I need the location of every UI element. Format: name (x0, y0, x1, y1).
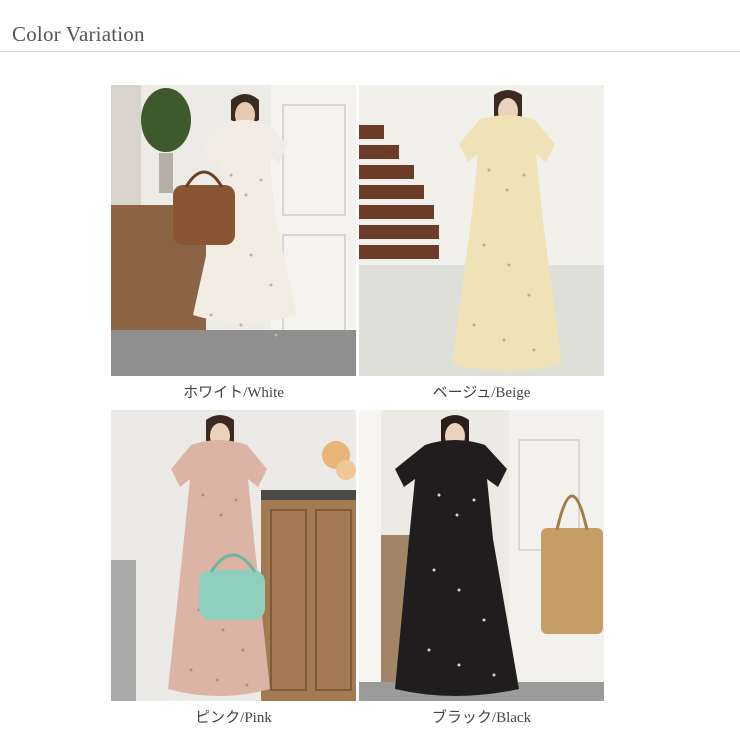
dress (168, 440, 270, 696)
variant-photo-black[interactable] (359, 410, 604, 701)
header-divider (0, 51, 740, 52)
variant-label-pink: ピンク/Pink (195, 710, 272, 726)
section-title: Color Variation (12, 22, 145, 46)
variant-label-black: ブラック/Black (431, 710, 532, 726)
dress (452, 115, 562, 371)
accent-bag (199, 570, 265, 620)
variant-photo-white[interactable] (111, 85, 356, 376)
accent-bag (541, 528, 603, 634)
variant-label-beige: ベージュ/Beige (432, 385, 531, 401)
accent-bag (173, 185, 235, 245)
variant-label-white: ホワイト/White (183, 385, 284, 401)
variant-photo-pink[interactable] (111, 410, 356, 701)
section-header: Color Variation (0, 0, 740, 52)
cabinet (261, 495, 356, 701)
variant-photo-beige[interactable] (359, 85, 604, 376)
